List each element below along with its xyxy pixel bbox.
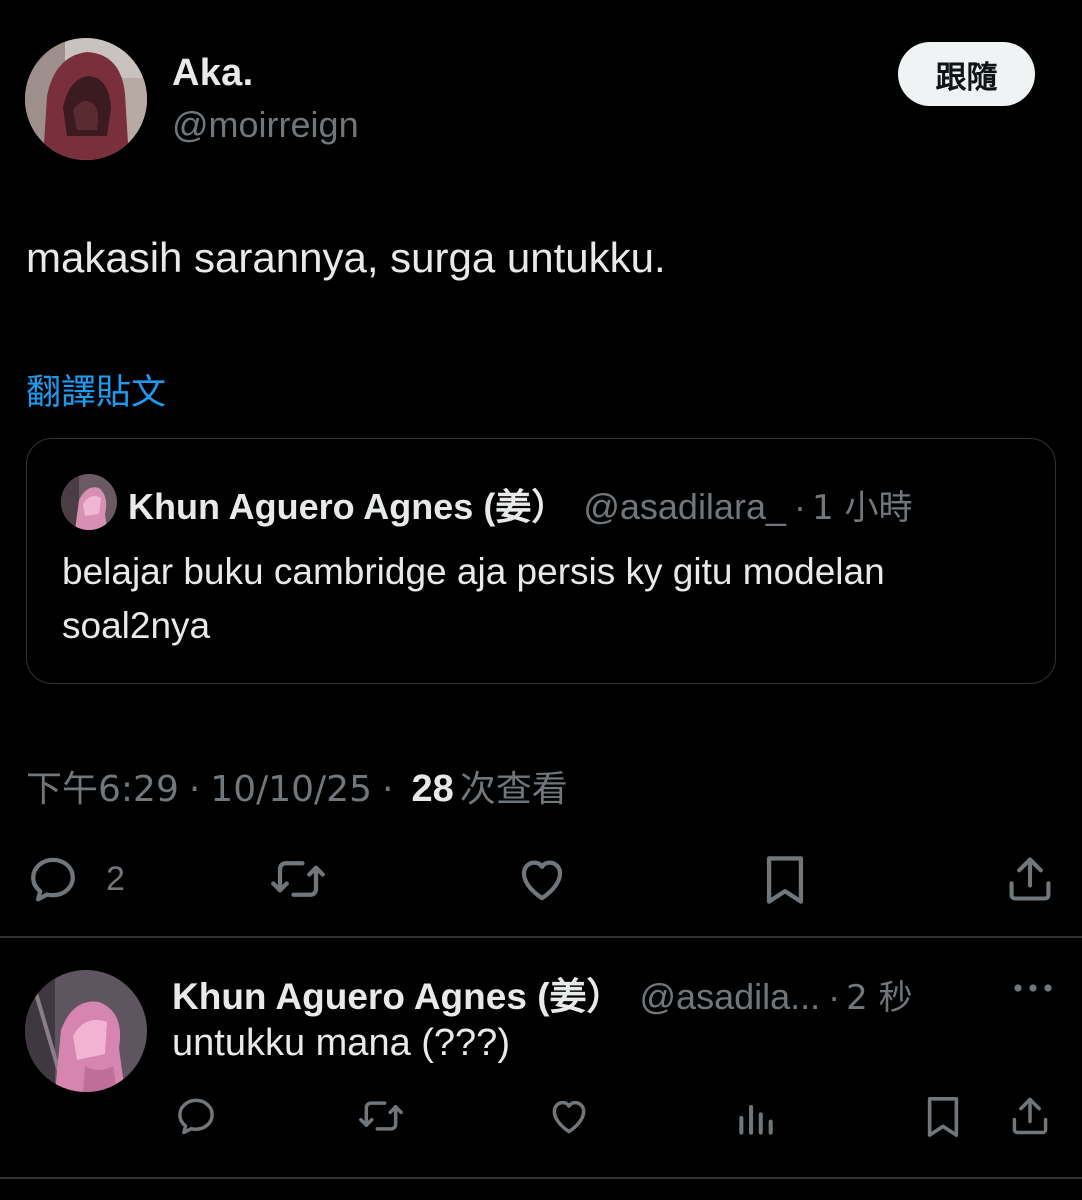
reply-share-button[interactable] [1008,1094,1052,1138]
reply-avatar-image [25,970,147,1092]
reply-header: Khun Aguero Agnes (姜） @asadila... · 2 秒 [172,966,913,1020]
author-handle[interactable]: @moirreign [172,104,359,146]
quoted-author-name[interactable]: Khun Aguero Agnes (姜） [128,478,567,530]
quoted-author-handle[interactable]: @asadilara_ [583,486,786,528]
author-avatar[interactable] [25,38,147,160]
post-meta: 下午6:29 · 10/10/25 · 28 次查看 [26,760,568,812]
meta-separator: · [188,769,201,810]
bookmark-icon [927,1097,959,1137]
share-icon [1009,857,1051,901]
quoted-separator-dot: · [794,486,806,527]
reply-like-button[interactable] [546,1094,592,1138]
views-label[interactable]: 次查看 [460,760,568,812]
reply-bookmark-button[interactable] [922,1094,964,1140]
reply-text: untukku mana (???) [172,1022,510,1064]
follow-button[interactable]: 跟隨 [898,42,1035,106]
analytics-icon [739,1104,773,1135]
author-avatar-image [25,38,147,160]
reply-repost-button[interactable] [356,1094,406,1138]
reply-reply-button[interactable] [174,1094,218,1138]
post-text: makasih sarannya, surga untukku. [26,234,666,281]
more-icon [1014,984,1052,992]
bookmark-icon [766,856,804,904]
share-button[interactable] [1004,852,1056,906]
post-date[interactable]: 10/10/25 [210,769,372,810]
reply-author-name[interactable]: Khun Aguero Agnes (姜） [172,966,624,1020]
author-display-name[interactable]: Aka. [172,52,253,95]
heart-icon [552,1100,586,1134]
reply-separator-dot: · [828,976,841,1017]
reply-count: 2 [106,859,125,898]
section-divider [0,936,1082,938]
post-time[interactable]: 下午6:29 [26,760,179,812]
heart-icon [521,860,563,901]
section-divider-bottom [0,1177,1082,1179]
reply-author-avatar[interactable] [25,970,147,1092]
reply-time[interactable]: 2 秒 [846,970,912,1019]
repost-icon [271,861,325,897]
quoted-avatar-image [61,474,117,530]
quoted-post-header: Khun Aguero Agnes (姜） @asadilara_ · 1 小時 [128,478,912,530]
meta-separator: · [381,769,394,810]
quoted-post-text: belajar buku cambridge aja persis ky git… [62,551,885,646]
bookmark-button[interactable] [760,852,810,908]
more-options-button[interactable] [1010,972,1060,1004]
share-icon [1012,1097,1048,1135]
repost-button[interactable] [268,852,328,906]
reply-author-handle[interactable]: @asadila... [640,976,821,1018]
translate-post-link[interactable]: 翻譯貼文 [26,364,166,415]
repost-icon [359,1101,403,1131]
reply-views-button[interactable] [734,1096,778,1140]
like-button[interactable] [514,852,570,906]
reply-icon [31,857,75,902]
quoted-author-avatar[interactable] [61,474,117,530]
views-count[interactable]: 28 [411,768,453,811]
quoted-post-time[interactable]: 1 小時 [812,480,912,529]
reply-button[interactable]: 2 [26,852,125,906]
reply-icon [178,1098,214,1135]
